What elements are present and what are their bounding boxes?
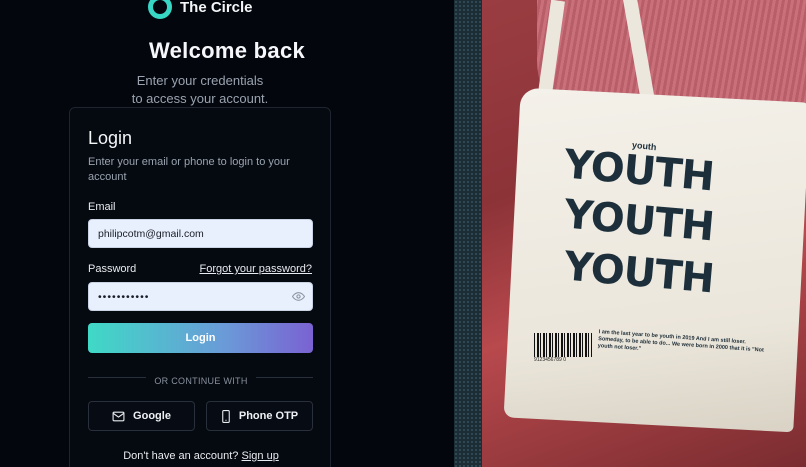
mail-icon	[112, 411, 125, 421]
phone-icon	[222, 409, 230, 423]
brand: The Circle	[148, 0, 253, 19]
card-title: Login	[88, 128, 133, 148]
signup-prompt: Don't have an account?	[123, 450, 239, 462]
subtitle-line-2: to access your account.	[131, 91, 269, 106]
hero-photo: youth YOUTH YOUTH YOUTH 9123456789 0 I a…	[482, 0, 806, 467]
login-panel: The Circle Welcome back Enter your crede…	[0, 0, 454, 467]
email-label: Email	[88, 201, 116, 213]
barcode	[534, 333, 592, 357]
phone-otp-button[interactable]: Phone OTP	[206, 401, 313, 431]
circle-logo-icon	[148, 0, 172, 19]
signup-link[interactable]: Sign up	[242, 450, 279, 462]
password-field[interactable]: •••••••••••	[88, 282, 313, 311]
divider-text: OR CONTINUE WITH	[146, 376, 256, 386]
email-field[interactable]: philipcotm@gmail.com	[88, 219, 313, 248]
brand-name: The Circle	[180, 0, 253, 16]
panel-divider	[454, 0, 482, 467]
barcode-number: 9123456789 0	[534, 357, 566, 363]
subtitle-line-1: Enter your credentials	[136, 73, 264, 88]
phone-otp-label: Phone OTP	[238, 410, 299, 422]
login-card: Login Enter your email or phone to login…	[69, 107, 331, 467]
signup-row: Don't have an account? Sign up	[70, 450, 332, 462]
forgot-password-link[interactable]: Forgot your password?	[200, 263, 313, 275]
card-description: Enter your email or phone to login to yo…	[88, 156, 290, 183]
google-label: Google	[133, 410, 171, 422]
page-title: Welcome back	[148, 38, 306, 63]
page-subtitle: Enter your credentials to access your ac…	[0, 72, 400, 108]
eye-icon[interactable]	[292, 290, 305, 303]
password-label: Password	[88, 263, 137, 275]
login-button[interactable]: Login	[88, 323, 313, 353]
divider-label: OR CONTINUE WITH	[70, 371, 332, 389]
google-button[interactable]: Google	[88, 401, 195, 431]
